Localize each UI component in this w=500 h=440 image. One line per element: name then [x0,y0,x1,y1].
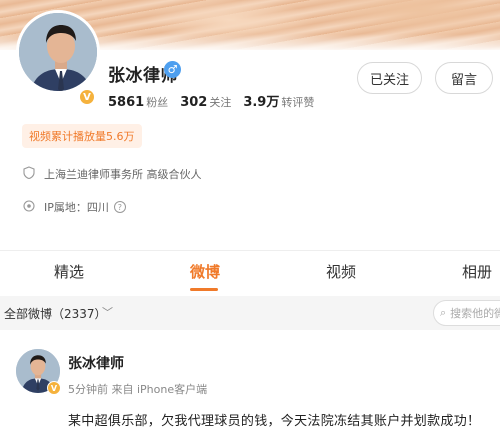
video-play-count-badge[interactable]: 视频累计播放量5.6万 [22,124,142,148]
tab-video[interactable]: 视频 [326,261,356,282]
search-icon: ⌕ [440,306,447,319]
following-count[interactable]: 302 [180,95,207,110]
post-meta: 5分钟前 来自 iPhone客户端 [68,383,208,396]
profile-tabs: 精选 微博 视频 相册 [0,252,500,292]
profile-avatar[interactable] [16,10,100,94]
help-icon[interactable]: ? [113,201,126,213]
reposts-likes-label: 转评赞 [281,96,315,109]
search-input[interactable]: ⌕ 搜索他的微博 [433,300,500,326]
post-author[interactable]: 张冰律师 [68,353,124,373]
search-placeholder: 搜索他的微博 [450,307,500,320]
filter-bar: 全部微博（2337） ﹀ ⌕ 搜索他的微博 [0,296,500,330]
company-text: 上海兰迪律师事务所 高级合伙人 [44,168,202,181]
reposts-likes-count: 3.9万 [243,95,280,110]
avatar-portrait [19,13,97,91]
location-icon [22,199,36,215]
ip-location-row: IP属地：四川 ? [22,199,126,215]
followers-label[interactable]: 粉丝 [146,94,168,110]
tab-album[interactable]: 相册 [462,261,492,282]
verified-v-icon: V [78,88,96,106]
tab-weibo[interactable]: 微博 [190,261,220,282]
tab-featured[interactable]: 精选 [54,261,84,282]
post-verified-icon: V [47,381,61,395]
section-divider [0,250,500,251]
ip-location-text: IP属地：四川 [44,201,109,214]
chevron-down-icon[interactable]: ﹀ [102,304,113,320]
message-button[interactable]: 留言 [435,62,493,94]
post-text: 某中超俱乐部，欠我代理球员的钱，今天法院冻结其账户并划款成功！ [68,414,481,429]
company-row: 上海兰迪律师事务所 高级合伙人 [22,166,202,182]
followed-button[interactable]: 已关注 [357,62,422,94]
male-icon: ♂ [164,61,181,78]
followers-count[interactable]: 5861 [108,95,144,110]
following-label[interactable]: 关注 [209,94,231,110]
verified-info-icon [22,166,36,182]
profile-stats: 5861 粉丝 302 关注 3.9万 转评赞 [108,91,326,110]
all-weibo-filter[interactable]: 全部微博（2337） [4,305,107,322]
active-tab-indicator [190,288,218,291]
